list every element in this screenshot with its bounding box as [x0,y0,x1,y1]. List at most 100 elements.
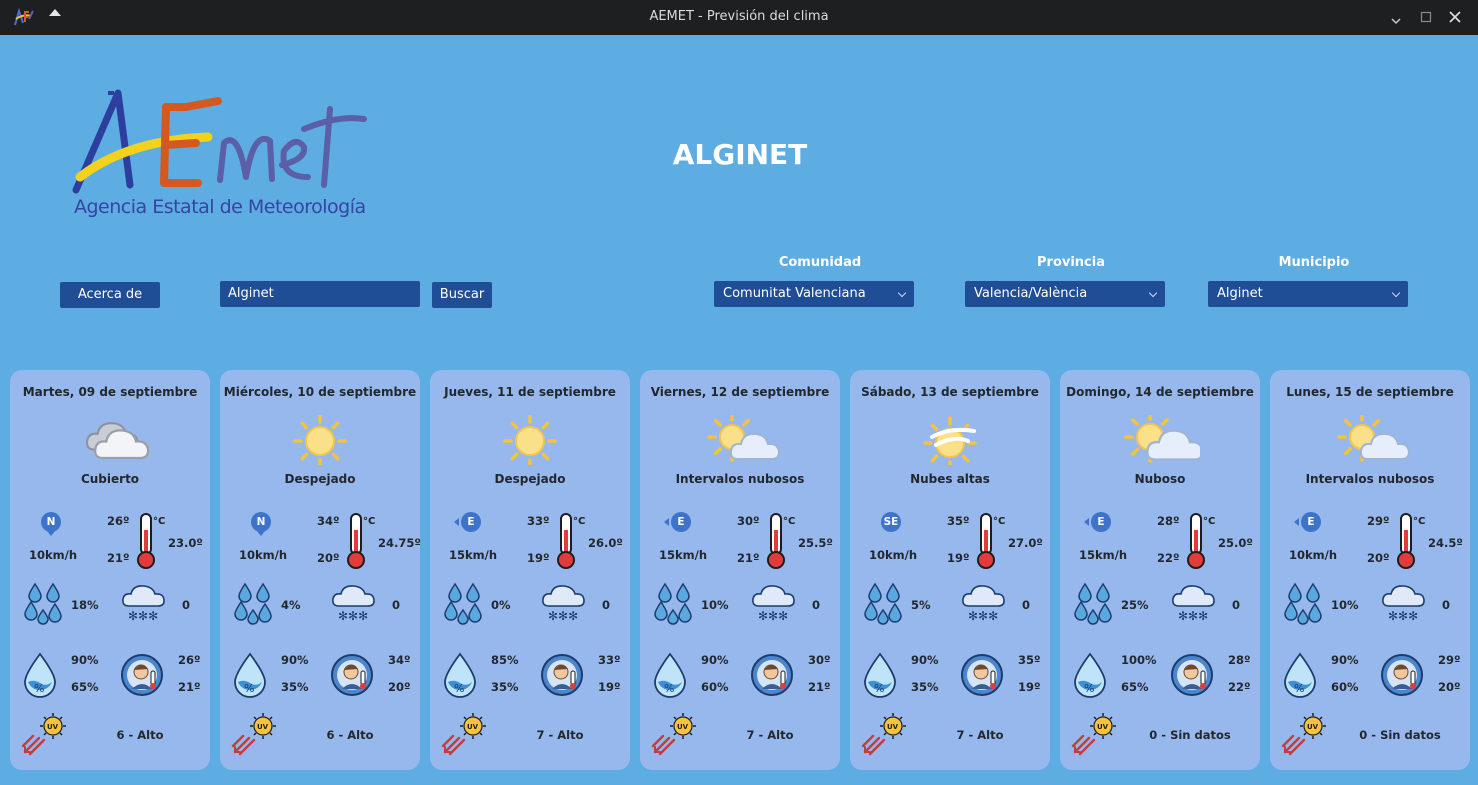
wind-direction: E [467,516,475,528]
humidity-max: 85% [491,653,519,667]
forecast-date: Sábado, 13 de septiembre [861,385,1039,399]
humidity-max: 90% [281,653,309,667]
rain-probability: 4% [281,598,301,612]
forecast-date: Jueves, 11 de septiembre [444,385,616,399]
feels-like-icon [960,653,1004,701]
feels-like-min: 21º [808,680,831,694]
svg-text:✻✻✻: ✻✻✻ [128,609,158,623]
sun-high-clouds-icon [923,416,977,465]
comunidad-select[interactable]: Comunitat Valenciana [714,281,914,307]
snow-cloud-icon: ✻✻✻ [750,582,796,630]
municipio-label: Municipio [1278,255,1350,270]
sky-description: Nuboso [1134,472,1186,486]
city-title: ALGINET [672,138,808,171]
rain-drops-icon [1073,582,1117,630]
humidity-max: 90% [911,653,939,667]
feels-like-min: 20º [1438,680,1461,694]
window-title: AEMET - Previsión del clima [649,9,829,24]
thermometer-icon: °C [1395,512,1425,574]
chevron-down-icon [1148,288,1158,298]
aemet-logo: Agencia Estatal de Meteorología [68,85,368,225]
snow-cloud-icon: ✻✻✻ [330,582,376,630]
uv-index: 7 - Alto [746,728,794,742]
rain-probability: 25% [1121,598,1149,612]
humidity-max: 90% [701,653,729,667]
comunidad-label: Comunidad [778,255,862,270]
svg-text:°C: °C [153,516,165,527]
uv-sun-icon: UV [651,712,699,760]
humidity-icon: % [233,652,267,704]
temp-max: 28º [1157,514,1180,528]
rain-drops-icon [443,582,487,630]
forecast-card: Viernes, 12 de septiembre Intervalos nub… [640,370,840,770]
temp-min: 19º [947,551,970,565]
sun-big-cloud-icon [1124,415,1200,463]
svg-text:UV: UV [1097,723,1109,731]
humidity-min: 60% [701,680,729,694]
feels-like-min: 20º [388,680,411,694]
feels-like-icon [750,653,794,701]
svg-text:UV: UV [47,723,59,731]
wind-speed: 15km/h [449,548,498,562]
feels-like-max: 30º [808,653,831,667]
cloudy-icon [85,422,150,460]
uv-index: 0 - Sin datos [1359,728,1441,742]
chevron-down-icon [897,288,907,298]
svg-text:°C: °C [573,516,585,527]
minimize-icon[interactable] [1385,6,1407,28]
uv-index: 6 - Alto [116,728,164,742]
wind-direction: N [256,516,266,528]
snow-cloud-icon: ✻✻✻ [1170,582,1216,630]
forecast-date: Lunes, 15 de septiembre [1286,385,1454,399]
snow-value: 0 [1442,598,1451,612]
temp-avg: 24.75º [378,536,421,550]
municipio-value: Alginet [1217,286,1263,301]
snow-cloud-icon: ✻✻✻ [120,582,166,630]
humidity-max: 100% [1121,653,1157,667]
forecast-date: Martes, 09 de septiembre [22,385,198,399]
temp-max: 26º [107,514,130,528]
rain-drops-icon [653,582,697,630]
svg-text:°C: °C [363,516,375,527]
svg-text:°C: °C [993,516,1005,527]
svg-text:✻✻✻: ✻✻✻ [758,609,788,623]
snow-cloud-icon: ✻✻✻ [960,582,1006,630]
feels-like-min: 19º [598,680,621,694]
municipio-select[interactable]: Alginet [1208,281,1408,307]
forecast-date: Domingo, 14 de septiembre [1066,385,1254,399]
search-input[interactable]: Alginet [220,281,420,307]
sky-description: Despejado [284,472,356,486]
temp-avg: 25.5º [798,536,833,550]
svg-text:✻✻✻: ✻✻✻ [1388,609,1418,623]
sky-description: Nubes altas [910,472,990,486]
logo-subtitle: Agencia Estatal de Meteorología [74,196,366,218]
svg-text:UV: UV [467,723,479,731]
forecast-card: Martes, 09 de septiembre Cubierto N 10km… [10,370,210,770]
wind-direction-icon: E [664,512,691,532]
sun-cloud-icon [1337,415,1410,462]
forecast-card: Domingo, 14 de septiembre Nuboso E 15km/… [1060,370,1260,770]
wind-direction: SE [883,516,899,528]
rain-drops-icon [23,582,67,630]
feels-like-max: 33º [598,653,621,667]
svg-text:UV: UV [887,723,899,731]
provincia-select[interactable]: Valencia/València [965,281,1165,307]
humidity-min: 65% [1121,680,1149,694]
svg-text:%: % [664,682,674,695]
forecast-card: Lunes, 15 de septiembre Intervalos nubos… [1270,370,1470,770]
about-button[interactable]: Acerca de [60,282,160,308]
temp-avg: 26.0º [588,536,623,550]
temp-min: 20º [317,551,340,565]
rain-probability: 0% [491,598,511,612]
sun-icon [503,415,557,465]
feels-like-min: 22º [1228,680,1251,694]
uv-index: 7 - Alto [956,728,1004,742]
uv-sun-icon: UV [1281,712,1329,760]
svg-text:UV: UV [257,723,269,731]
search-button[interactable]: Buscar [432,282,492,308]
close-icon[interactable] [1444,6,1466,28]
rain-drops-icon [233,582,277,630]
feels-like-min: 21º [178,680,201,694]
snow-value: 0 [1022,598,1031,612]
maximize-icon[interactable] [1415,6,1437,28]
